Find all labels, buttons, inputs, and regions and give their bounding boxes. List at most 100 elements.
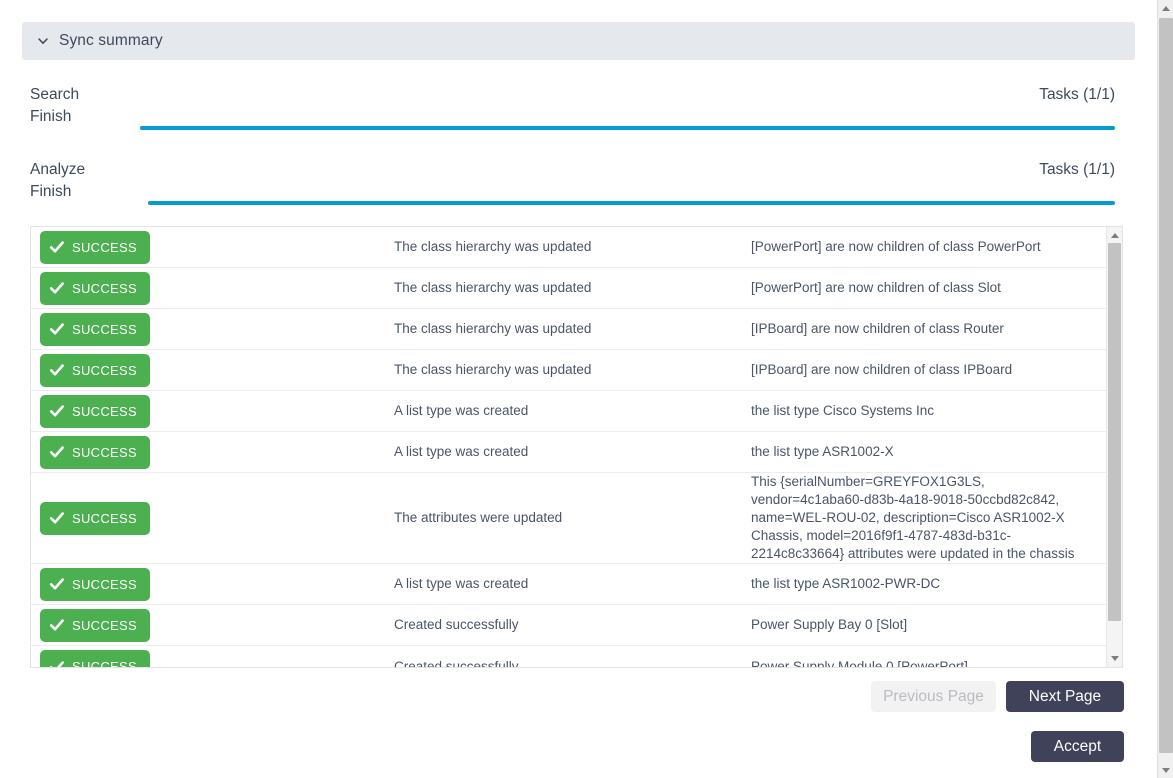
status-badge-label: SUCCESS	[72, 280, 137, 296]
progress-search-text: Search Finish	[30, 84, 79, 128]
table-row: SUCCESS A list type was created the list t…	[31, 432, 1108, 473]
status-badge: SUCCESS	[40, 230, 150, 264]
status-badge: SUCCESS	[40, 501, 150, 535]
table-row: SUCCESS The class hierarchy was updated [P…	[31, 227, 1108, 268]
progress-search-fill	[140, 126, 1115, 130]
table-row: SUCCESS The class hierarchy was updated [P…	[31, 268, 1108, 309]
status-badge-label: SUCCESS	[72, 617, 137, 633]
progress-search-labels: Search Finish Tasks (1/1)	[30, 84, 1115, 130]
check-icon	[49, 444, 65, 460]
scroll-down-icon[interactable]	[1107, 651, 1122, 666]
table-row: SUCCESS A list type was created the list t…	[31, 564, 1108, 605]
row-status-cell: SUCCESS	[31, 435, 394, 469]
scroll-up-icon[interactable]	[1107, 228, 1122, 243]
row-status-cell: SUCCESS	[31, 230, 394, 264]
table-row: SUCCESS Created successfully Power Supply …	[31, 605, 1108, 646]
table-row: SUCCESS Created successfully Power Supply …	[31, 646, 1108, 667]
status-badge-label: SUCCESS	[72, 659, 137, 667]
results-table-scroll-thumb[interactable]	[1108, 243, 1121, 621]
row-status-cell: SUCCESS	[31, 394, 394, 428]
sync-summary-header[interactable]: Sync summary	[22, 22, 1135, 60]
next-page-button[interactable]: Next Page	[1006, 681, 1124, 712]
chevron-down-icon[interactable]	[36, 34, 50, 48]
row-action-cell: The class hierarchy was updated	[394, 362, 592, 377]
progress-analyze-text: Analyze Finish	[30, 159, 85, 203]
row-status-cell: SUCCESS	[31, 271, 394, 305]
progress-search-state: Finish	[30, 108, 72, 125]
content-area: Sync summary Search Finish Tasks (1/1) A…	[0, 0, 1157, 778]
check-icon	[49, 617, 65, 633]
row-action-cell: The class hierarchy was updated	[394, 280, 592, 295]
row-status-cell: SUCCESS	[31, 608, 394, 642]
row-detail-cell: [PowerPort] are now children of class Po…	[751, 239, 1041, 254]
row-detail-cell: Power Supply Bay 0 [Slot]	[751, 617, 908, 632]
row-detail-cell: This {serialNumber=GREYFOX1G3LS, vendor=…	[751, 474, 1075, 561]
status-badge-label: SUCCESS	[72, 321, 137, 337]
page-scrollbar[interactable]	[1157, 0, 1173, 778]
accept-button[interactable]: Accept	[1031, 731, 1124, 762]
status-badge: SUCCESS	[40, 650, 150, 667]
row-detail-cell: the list type ASR1002-PWR-DC	[751, 576, 941, 591]
table-row: SUCCESS A list type was created the list t…	[31, 391, 1108, 432]
table-row: SUCCESS The class hierarchy was updated [I…	[31, 350, 1108, 391]
row-status-cell: SUCCESS	[31, 650, 394, 667]
progress-analyze-phase: Analyze	[30, 161, 86, 178]
status-badge-label: SUCCESS	[72, 239, 137, 255]
check-icon	[49, 239, 65, 255]
row-action-cell: The class hierarchy was updated	[394, 321, 592, 336]
status-badge: SUCCESS	[40, 567, 150, 601]
status-badge: SUCCESS	[40, 353, 150, 387]
table-row: SUCCESS The class hierarchy was updated [I…	[31, 309, 1108, 350]
progress-search: Search Finish Tasks (1/1)	[30, 84, 1115, 130]
row-detail-cell: [PowerPort] are now children of class Sl…	[751, 280, 1001, 295]
status-badge-label: SUCCESS	[72, 362, 137, 378]
row-status-cell: SUCCESS	[31, 501, 394, 535]
results-table-scrollbar[interactable]	[1106, 227, 1122, 667]
results-table-body: SUCCESS The class hierarchy was updated [P…	[31, 227, 1108, 667]
row-action-cell: The attributes were updated	[394, 510, 563, 525]
table-row: SUCCESS The attributes were updated This {…	[31, 473, 1108, 564]
progress-analyze: Analyze Finish Tasks (1/1)	[30, 159, 1115, 205]
progress-analyze-track	[30, 201, 1115, 205]
check-icon	[49, 321, 65, 337]
previous-page-button[interactable]: Previous Page	[871, 681, 996, 712]
status-badge-label: SUCCESS	[72, 576, 137, 592]
sync-summary-page: Sync summary Search Finish Tasks (1/1) A…	[0, 0, 1173, 778]
row-detail-cell: the list type Cisco Systems Inc	[751, 403, 935, 418]
row-detail-cell: Power Supply Module 0 [PowerPort]	[751, 658, 968, 668]
status-badge-label: SUCCESS	[72, 444, 137, 460]
check-icon	[49, 403, 65, 419]
progress-analyze-labels: Analyze Finish Tasks (1/1)	[30, 159, 1115, 205]
row-status-cell: SUCCESS	[31, 312, 394, 346]
page-scroll-up-icon[interactable]	[1158, 0, 1173, 16]
row-action-cell: A list type was created	[394, 444, 529, 459]
check-icon	[49, 280, 65, 296]
row-detail-cell: [IPBoard] are now children of class IPBo…	[751, 362, 1013, 377]
page-scroll-down-icon[interactable]	[1158, 762, 1173, 778]
page-title: Sync summary	[59, 32, 163, 49]
status-badge-label: SUCCESS	[72, 510, 137, 526]
row-action-cell: The class hierarchy was updated	[394, 239, 592, 254]
row-action-cell: A list type was created	[394, 576, 529, 591]
progress-analyze-state: Finish	[30, 183, 72, 200]
status-badge-label: SUCCESS	[72, 403, 137, 419]
row-action-cell: A list type was created	[394, 403, 529, 418]
check-icon	[49, 659, 65, 667]
check-icon	[49, 510, 65, 526]
row-status-cell: SUCCESS	[31, 567, 394, 601]
progress-analyze-tasks: Tasks (1/1)	[1039, 161, 1115, 178]
progress-search-tasks: Tasks (1/1)	[1039, 86, 1115, 103]
check-icon	[49, 576, 65, 592]
status-badge: SUCCESS	[40, 394, 150, 428]
row-action-cell: Created successfully	[394, 617, 519, 632]
progress-search-track	[30, 126, 1115, 130]
status-badge: SUCCESS	[40, 271, 150, 305]
status-badge: SUCCESS	[40, 312, 150, 346]
status-badge: SUCCESS	[40, 608, 150, 642]
row-status-cell: SUCCESS	[31, 353, 394, 387]
page-scroll-thumb[interactable]	[1159, 18, 1173, 753]
progress-analyze-fill	[148, 201, 1115, 205]
status-badge: SUCCESS	[40, 435, 150, 469]
row-action-cell: Created successfully	[394, 658, 519, 668]
row-detail-cell: [IPBoard] are now children of class Rout…	[751, 321, 1004, 336]
